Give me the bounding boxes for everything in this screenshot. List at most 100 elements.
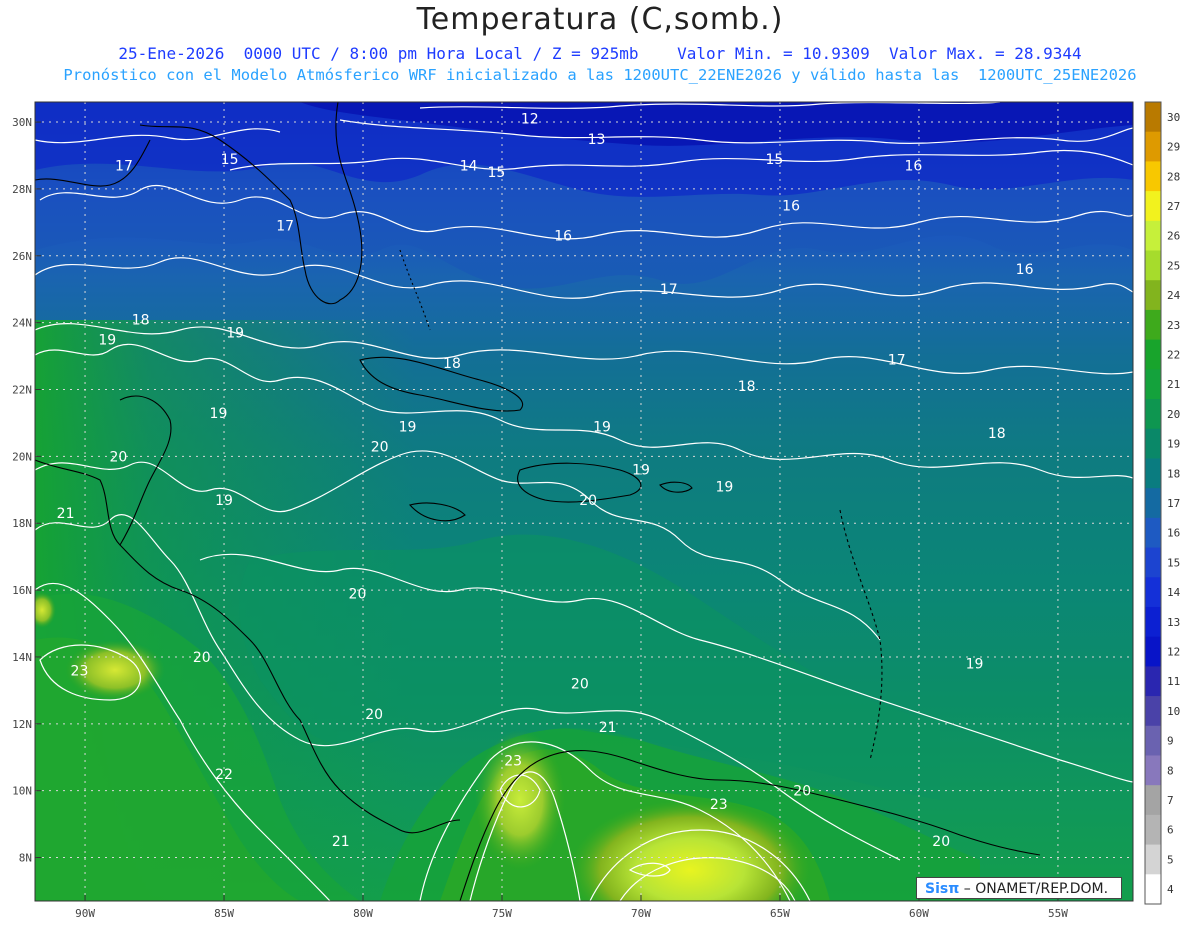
colorbar-swatch [1145, 577, 1161, 608]
lon-label: 60W [909, 907, 929, 920]
colorbar-label: 27 [1167, 200, 1180, 213]
colorbar-swatch [1145, 844, 1161, 875]
colorbar-label: 30 [1167, 111, 1180, 124]
credit-text: – ONAMET/REP.DOM. [963, 881, 1109, 897]
contour-label: 17 [115, 159, 133, 175]
colorbar-label: 4 [1167, 883, 1174, 896]
contour-label: 18 [988, 426, 1006, 442]
lat-label: 12N [12, 718, 32, 731]
contour-label: 20 [371, 439, 389, 455]
contour-label: 19 [226, 326, 244, 342]
contour-label: 16 [554, 229, 572, 245]
colorbar-swatch [1145, 517, 1161, 549]
contour-label: 18 [738, 379, 756, 395]
contour-label: 16 [782, 199, 800, 215]
colorbar-swatch [1145, 458, 1161, 489]
contour-label: 23 [504, 754, 522, 770]
temperature-map: 12 13 15 14 15 15 16 17 17 16 16 16 17 18 19 19 18 17 18 19… [12, 101, 1181, 920]
colorbar-swatch [1145, 280, 1161, 311]
colorbar-swatch [1145, 874, 1161, 905]
colorbar-label: 14 [1167, 586, 1181, 599]
color-scale: 30 29 28 27 26 25 24 23 22 21 20 19 18 17 16 15 14 13 12 11… [1144, 101, 1181, 905]
contour-label: 19 [715, 479, 733, 495]
contour-label: 19 [210, 406, 228, 422]
contour-label: 19 [966, 657, 984, 673]
contour-label: 19 [632, 463, 650, 479]
lat-label: 20N [12, 450, 32, 463]
colorbar-swatch [1145, 131, 1161, 162]
contour-label: 12 [521, 112, 539, 128]
shaded-field [35, 102, 1133, 901]
colorbar-label: 9 [1167, 735, 1174, 748]
contour-label: 20 [193, 650, 211, 666]
lon-label: 65W [770, 907, 790, 920]
colorbar-swatch [1145, 428, 1161, 459]
contour-label: 19 [98, 332, 116, 348]
lat-label: 16N [12, 584, 32, 597]
colorbar-label: 12 [1167, 646, 1180, 659]
colorbar-swatch [1145, 369, 1161, 400]
colorbar-label: 29 [1167, 141, 1180, 154]
lat-label: 24N [12, 317, 32, 330]
colorbar-swatch [1145, 161, 1161, 192]
lat-label: 26N [12, 250, 32, 263]
contour-label: 21 [57, 506, 75, 522]
contour-label: 17 [660, 282, 678, 298]
lon-label: 90W [75, 907, 95, 920]
contour-label: 21 [599, 720, 617, 736]
colorbar-swatch [1145, 220, 1161, 252]
colorbar-label: 6 [1167, 824, 1174, 837]
lon-label: 85W [214, 907, 234, 920]
colorbar-label: 15 [1167, 556, 1180, 569]
colorbar-swatch [1145, 606, 1161, 638]
colorbar-label: 24 [1167, 289, 1181, 302]
contour-label: 20 [109, 449, 127, 465]
colorbar-label: 23 [1167, 319, 1180, 332]
contour-label: 20 [932, 834, 950, 850]
colorbar-label: 5 [1167, 853, 1174, 866]
contour-label: 20 [349, 586, 367, 602]
colorbar-label: 19 [1167, 438, 1180, 451]
lat-label: 8N [19, 852, 32, 865]
colorbar-label: 26 [1167, 230, 1180, 243]
contour-label: 20 [579, 493, 597, 509]
lat-label: 30N [12, 116, 32, 129]
colorbar-swatch [1145, 102, 1161, 133]
contour-label: 18 [443, 356, 461, 372]
colorbar-label: 11 [1167, 675, 1180, 688]
colorbar-swatch [1145, 755, 1161, 786]
colorbar-swatch [1145, 250, 1161, 281]
contour-label: 13 [588, 132, 606, 148]
colorbar-swatch [1145, 725, 1161, 756]
contour-label: 19 [399, 419, 417, 435]
colorbar-label: 28 [1167, 170, 1180, 183]
sispi-logo: Sisπ [925, 881, 960, 897]
colorbar-swatch [1145, 636, 1161, 667]
credit-box: Sisπ – ONAMET/REP.DOM. [916, 877, 1122, 899]
contour-label: 14 [460, 159, 478, 175]
colorbar-label: 17 [1167, 497, 1180, 510]
colorbar-label: 18 [1167, 467, 1180, 480]
colorbar-swatch [1145, 696, 1161, 727]
contour-label: 20 [365, 707, 383, 723]
contour-label: 16 [1016, 262, 1034, 278]
contour-label: 17 [888, 352, 906, 368]
lat-label: 18N [12, 517, 32, 530]
lon-label: 80W [353, 907, 373, 920]
contour-label: 16 [904, 159, 922, 175]
colorbar-swatch [1145, 191, 1161, 222]
contour-label: 20 [571, 677, 589, 693]
colorbar-swatch [1145, 666, 1161, 697]
colorbar-label: 7 [1167, 794, 1174, 807]
contour-label: 20 [793, 784, 811, 800]
contour-label: 22 [215, 767, 233, 783]
contour-label: 21 [332, 834, 350, 850]
colorbar-swatch [1145, 547, 1161, 578]
colorbar-swatch [1145, 785, 1161, 816]
contour-label: 15 [765, 152, 783, 168]
contour-label: 19 [215, 493, 233, 509]
colorbar-swatch [1145, 488, 1161, 519]
lon-label: 75W [492, 907, 512, 920]
contour-label: 17 [276, 219, 294, 235]
colorbar-label: 25 [1167, 259, 1180, 272]
